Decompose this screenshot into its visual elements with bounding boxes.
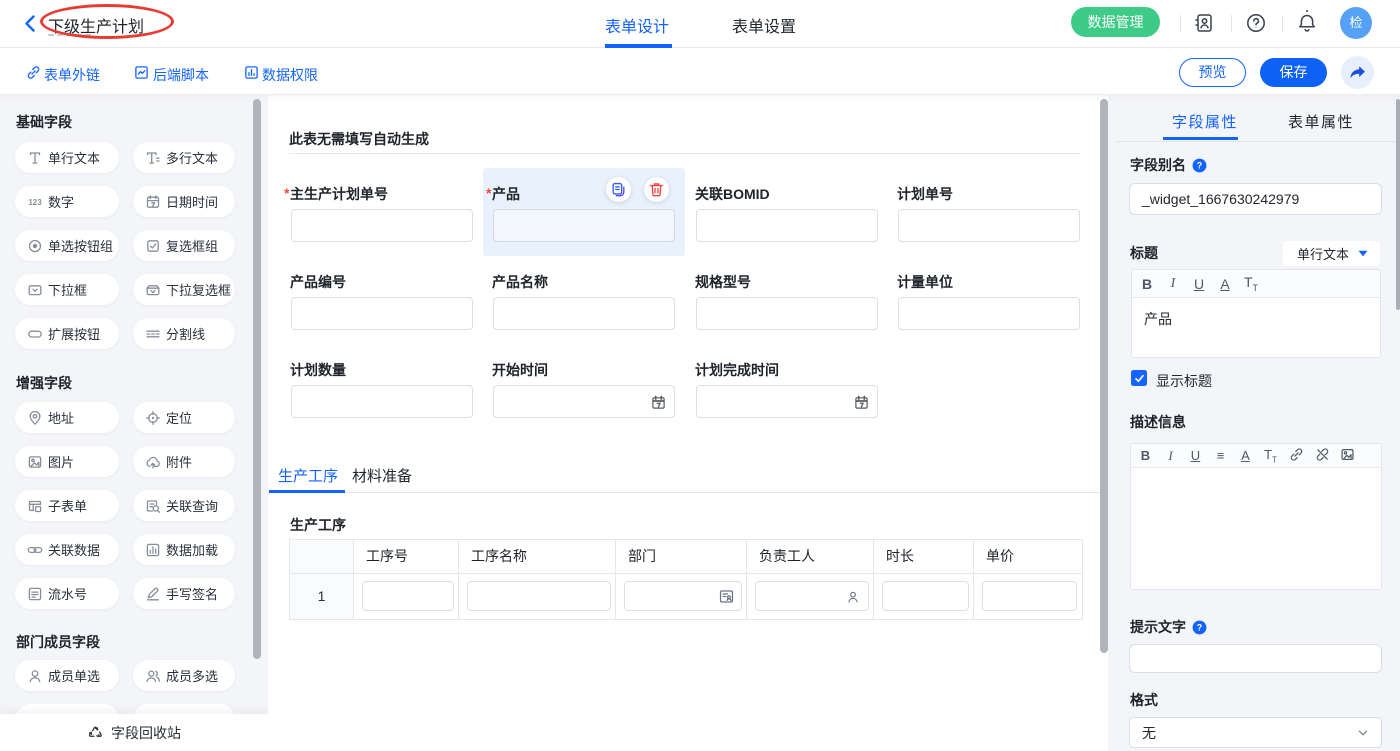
- svg-text:?: ?: [1197, 160, 1202, 170]
- svg-text:123: 123: [28, 198, 42, 207]
- svg-text:?: ?: [1197, 622, 1202, 632]
